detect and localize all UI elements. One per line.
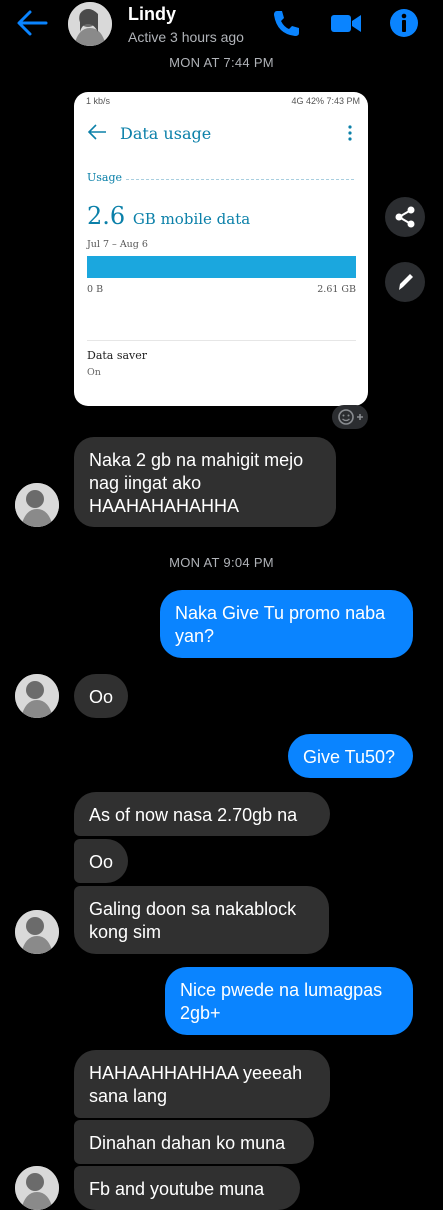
back-arrow-icon[interactable]	[14, 8, 48, 38]
image-bar-max-label: 2.61 GB	[317, 284, 356, 295]
timestamp: MON AT 9:04 PM	[169, 555, 274, 570]
message-received[interactable]: HAHAAHHAHHAA yeeeah sana lang	[74, 1050, 330, 1118]
image-status-bar: 1 kb/s 4G 42% 7:43 PM	[74, 92, 368, 112]
message-received[interactable]: Dinahan dahan ko muna	[74, 1120, 314, 1164]
message-received[interactable]: Fb and youtube muna	[74, 1166, 300, 1210]
image-section-divider	[126, 179, 354, 180]
image-usage-value: 2.6	[87, 202, 126, 230]
image-toolbar: Data usage	[74, 112, 368, 152]
image-back-arrow-icon	[87, 124, 106, 140]
active-status: Active 3 hours ago	[128, 29, 244, 45]
image-date-range: Jul 7 – Aug 6	[87, 239, 148, 250]
image-data-saver-label: Data saver	[87, 349, 148, 362]
share-button[interactable]	[385, 197, 425, 237]
contact-name[interactable]: Lindy	[128, 4, 176, 25]
contact-avatar-small	[15, 483, 59, 527]
add-reaction-button[interactable]	[332, 405, 368, 429]
contact-avatar-small	[15, 1166, 59, 1210]
image-usage-amount: 2.6 GB mobile data	[87, 202, 250, 230]
message-received[interactable]: Naka 2 gb na mahigit mejo nag iingat ako…	[74, 437, 336, 527]
image-section-label: Usage	[87, 171, 123, 184]
image-usage-bar	[87, 256, 356, 278]
message-received[interactable]: Galing doon sa nakablock kong sim	[74, 886, 329, 954]
message-sent[interactable]: Naka Give Tu promo naba yan?	[160, 590, 413, 658]
image-title: Data usage	[120, 124, 212, 143]
message-received[interactable]: Oo	[74, 839, 128, 883]
image-data-saver-value: On	[87, 367, 101, 378]
video-camera-icon[interactable]	[330, 8, 362, 38]
image-divider	[87, 340, 356, 341]
contact-avatar[interactable]	[68, 2, 112, 46]
image-more-icon	[348, 125, 352, 141]
image-status-right: 4G 42% 7:43 PM	[291, 96, 360, 106]
message-sent[interactable]: Nice pwede na lumagpas 2gb+	[165, 967, 413, 1035]
info-icon[interactable]	[388, 8, 420, 38]
add-reaction-icon	[338, 409, 363, 425]
image-bar-min-label: 0 B	[87, 284, 104, 295]
message-sent[interactable]: Give Tu50?	[288, 734, 413, 778]
contact-avatar-small	[15, 674, 59, 718]
contact-avatar-small	[15, 910, 59, 954]
image-usage-bar-fill	[87, 256, 356, 278]
timestamp: MON AT 7:44 PM	[169, 55, 274, 70]
phone-icon[interactable]	[270, 8, 302, 38]
edit-button[interactable]	[385, 262, 425, 302]
image-usage-unit: GB mobile data	[132, 210, 251, 228]
message-received[interactable]: As of now nasa 2.70gb na	[74, 792, 330, 836]
message-received[interactable]: Oo	[74, 674, 128, 718]
share-icon	[395, 206, 415, 228]
image-status-left: 1 kb/s	[86, 96, 111, 106]
pencil-icon	[399, 274, 413, 290]
shared-image[interactable]: 1 kb/s 4G 42% 7:43 PM Data usage Usage 2…	[74, 92, 368, 406]
